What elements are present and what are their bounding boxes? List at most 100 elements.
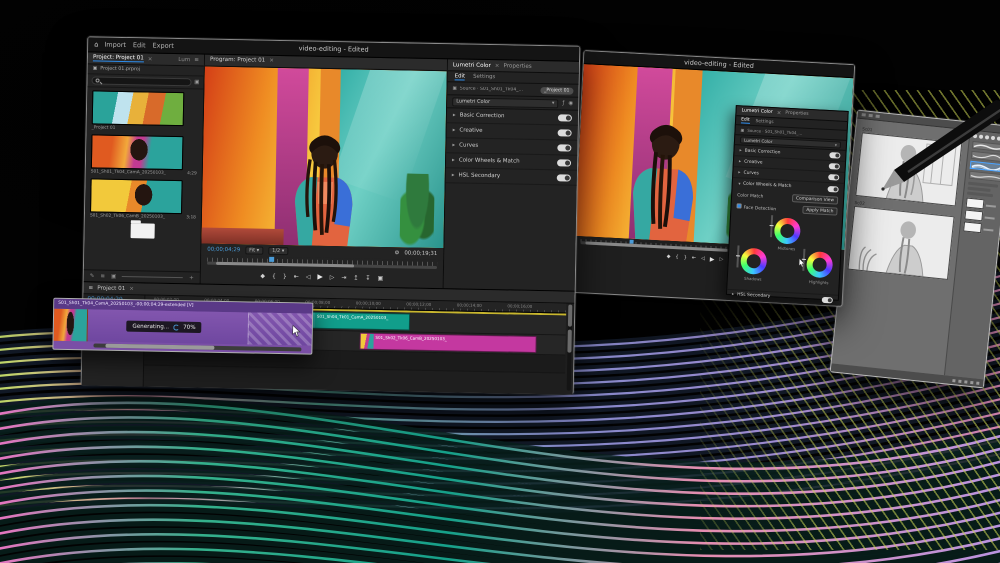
tab-lumetri-truncated[interactable]: Lum [178, 57, 190, 63]
chevron-right-icon: ▸ [739, 159, 741, 164]
current-timecode[interactable]: 00;00;04;29 [207, 247, 240, 254]
clip-thumbnail[interactable] [90, 178, 183, 214]
search-input[interactable] [91, 76, 191, 86]
fit-dropdown[interactable]: Fit ▾ [245, 247, 263, 255]
tab-properties[interactable]: Properties [503, 63, 531, 70]
playback-resolution-dropdown[interactable]: 1/2 ▾ [268, 247, 288, 255]
tab-properties[interactable]: Properties [785, 111, 808, 117]
tab-lumetri-color[interactable]: Lumetri Color [453, 62, 491, 69]
subtab-edit[interactable]: Edit [455, 73, 466, 80]
project-item[interactable]: _Project 01 [92, 90, 199, 132]
subtab-edit[interactable]: Edit [741, 117, 750, 123]
list-view-icon[interactable]: ≡ [100, 273, 105, 279]
subtab-settings[interactable]: Settings [755, 119, 773, 125]
highlights-wheel[interactable] [806, 251, 833, 278]
mark-out-button[interactable]: } [283, 273, 287, 280]
generative-extend-clip[interactable]: S01_Sh01_Tk04_CamA_20250103_-00;00;04;29… [52, 298, 313, 355]
spinner-icon [173, 324, 179, 330]
clip-icon: ▣ [452, 86, 456, 91]
mark-out-button[interactable]: } [684, 255, 687, 261]
subtab-settings[interactable]: Settings [473, 74, 495, 80]
grid-view-icon[interactable]: ▣ [93, 66, 98, 71]
add-marker-button[interactable]: ◆ [260, 272, 265, 279]
scene-plant [400, 173, 435, 248]
section-toggle[interactable] [558, 129, 572, 136]
go-to-out-button[interactable]: ⇥ [341, 274, 346, 281]
pencil-icon[interactable]: ✎ [90, 273, 95, 279]
premiere-main-window: ⌂ ImportEditExport video-editing - Edite… [81, 36, 581, 394]
section-toggle[interactable] [557, 159, 571, 166]
scene-person [580, 71, 750, 244]
clip-name: S01_Sh02_Tk06_CamB_20250103_ [90, 213, 165, 219]
export-frame-button[interactable]: ▣ [377, 274, 383, 281]
panel-menu-icon[interactable]: ≡ [194, 57, 199, 63]
close-icon[interactable]: × [129, 286, 134, 292]
clip-thumbnail[interactable] [91, 134, 184, 170]
tab-timeline[interactable]: Project 01 [97, 285, 125, 292]
add-marker-button[interactable]: ◆ [666, 254, 670, 260]
section-toggle[interactable] [822, 296, 833, 303]
eye-icon[interactable]: ◉ [568, 101, 573, 107]
section-toggle[interactable] [829, 152, 840, 159]
shadows-slider[interactable] [736, 245, 739, 267]
lumetri-preset-dropdown[interactable]: Lumetri Color▾ [452, 97, 558, 108]
step-back-button[interactable]: ◁ [701, 255, 705, 261]
timeline-clip-teal[interactable]: S01_Sh04_Tk01_CamA_20250103_ [301, 311, 411, 330]
new-item-icon[interactable]: + [189, 275, 194, 281]
fx-icon[interactable]: ƒ [562, 100, 564, 106]
shadows-wheel[interactable] [740, 248, 767, 275]
step-back-button[interactable]: ◁ [306, 273, 311, 280]
extended-region-stripes[interactable] [248, 312, 313, 345]
storyboard-frame[interactable] [847, 206, 954, 280]
clip-thumbnail[interactable] [92, 90, 185, 126]
tab-lumetri-color[interactable]: Lumetri Color [741, 108, 772, 115]
play-button[interactable]: ▶ [317, 273, 323, 281]
tab-program[interactable]: Program: Project 01 [210, 57, 265, 64]
project-file-name: Project 01.prproj [100, 67, 140, 73]
go-to-in-button[interactable]: ⇤ [692, 255, 697, 261]
brush-stroke-preset[interactable] [969, 171, 1000, 182]
go-to-in-button[interactable]: ⇤ [294, 273, 299, 280]
close-icon[interactable]: × [495, 63, 500, 69]
clip-name: S01_Sh01_Tk04_CamA_20250103_ [91, 169, 166, 175]
ruler-tick-label: 00;00;10;00 [356, 301, 381, 306]
section-toggle[interactable] [557, 144, 571, 151]
mark-in-button[interactable]: { [272, 272, 276, 279]
section-hsl-secondary[interactable]: ▸ HSL Secondary [446, 168, 577, 186]
chevron-right-icon: ▸ [452, 172, 455, 178]
playhead[interactable] [269, 257, 274, 262]
mark-in-button[interactable]: { [675, 254, 678, 260]
step-forward-button[interactable]: ▷ [330, 274, 335, 281]
layer-item[interactable] [963, 221, 997, 236]
close-icon[interactable]: × [148, 56, 153, 62]
step-forward-button[interactable]: ▷ [719, 256, 723, 262]
project-panel: Project: Project 01 × Lum ≡ ▣ Project 01… [84, 52, 205, 283]
folder-icon[interactable] [131, 223, 155, 238]
settings-icon[interactable]: ⚙ [394, 250, 399, 256]
midtones-slider[interactable] [770, 215, 773, 237]
section-toggle[interactable] [829, 163, 840, 170]
section-toggle[interactable] [558, 114, 572, 121]
play-button[interactable]: ▶ [710, 255, 715, 262]
new-bin-icon[interactable]: ▣ [194, 79, 199, 85]
project-item[interactable]: S01_Sh01_Tk04_CamA_20250103_4;29 [91, 134, 198, 176]
close-icon[interactable]: × [776, 110, 781, 116]
storyboard-frame[interactable] [855, 132, 962, 206]
section-toggle[interactable] [557, 174, 571, 181]
extract-button[interactable]: ↧ [365, 274, 370, 281]
sequence-pill[interactable]: _Project 01 [540, 87, 573, 95]
thumb-view-icon[interactable]: ▣ [111, 273, 116, 279]
project-item[interactable]: S01_Sh02_Tk06_CamB_20250103_3;18 [90, 178, 197, 220]
midtones-wheel[interactable] [774, 217, 801, 244]
timeline-vertical-scrollbar[interactable] [567, 305, 573, 391]
program-video-frame [201, 67, 446, 249]
checkbox-icon [737, 203, 742, 208]
close-icon[interactable]: × [269, 58, 274, 64]
zoom-slider[interactable] [122, 276, 183, 278]
face-detection-checkbox[interactable]: Face Detection [736, 203, 776, 212]
timeline-clip-magenta[interactable]: S01_Sh02_Tk06_CamB_20250103_ [359, 333, 536, 353]
tab-project[interactable]: Project: Project 01 [93, 54, 144, 62]
section-toggle[interactable] [827, 186, 838, 193]
section-toggle[interactable] [828, 174, 839, 181]
lift-button[interactable]: ↥ [353, 274, 358, 281]
